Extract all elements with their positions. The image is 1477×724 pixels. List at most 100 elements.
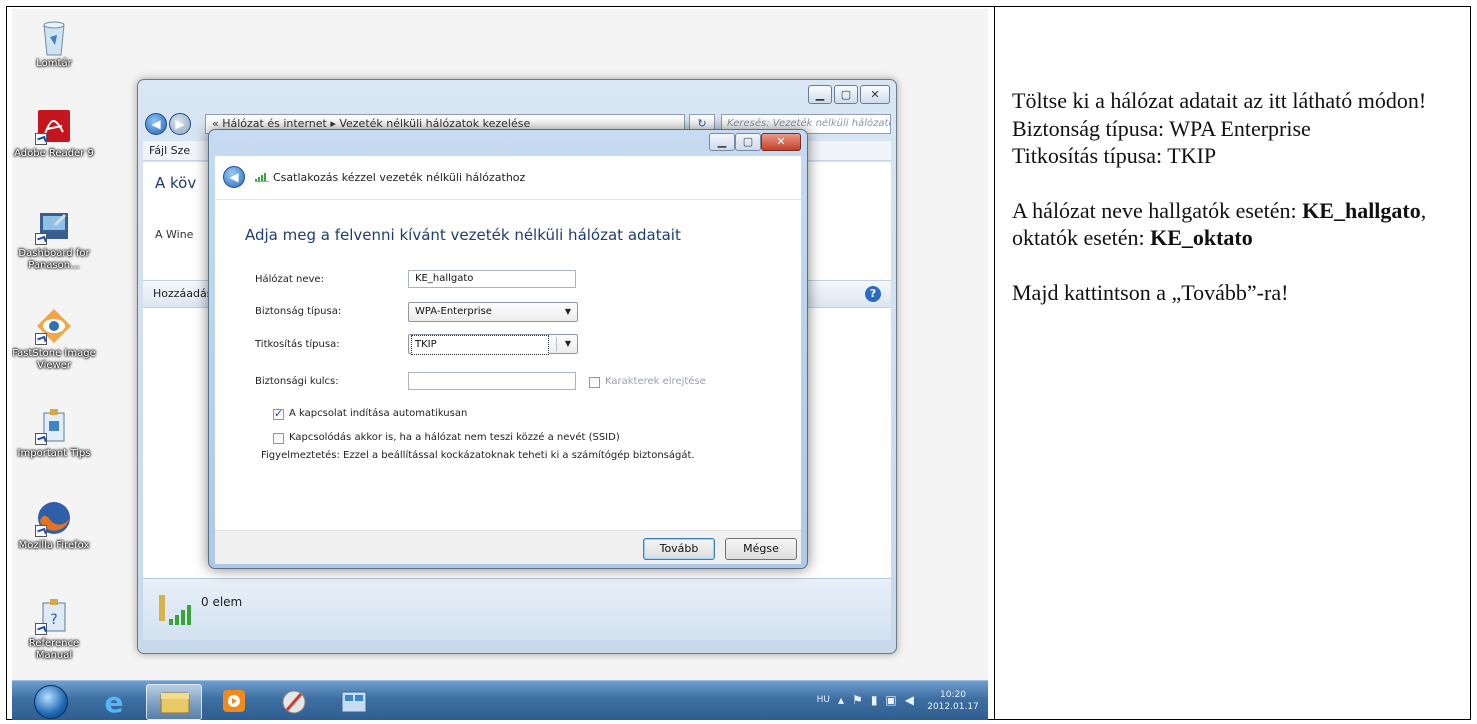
desktop-icon-recycle-bin[interactable]: Lomtár (12, 17, 96, 70)
important-tips-icon (35, 407, 73, 445)
dialog-header: ◀ Csatlakozás kézzel vezeték nélküli hál… (215, 156, 801, 200)
close-button[interactable]: ✕ (860, 85, 890, 104)
shortcut-arrow-icon (35, 623, 47, 635)
desktop-icon-label: Lomtár (36, 58, 72, 69)
battery-icon[interactable]: ▮ (871, 693, 886, 707)
firefox-icon (35, 499, 73, 537)
media-player-icon (223, 690, 245, 712)
auto-start-label: A kapcsolat indítása automatikusan (289, 408, 468, 419)
shortcut-arrow-icon (35, 333, 47, 345)
encryption-type-select[interactable]: TKIP ▼ (408, 334, 578, 355)
minimize-button[interactable]: ▁ (709, 133, 735, 151)
shortcut-arrow-icon (35, 525, 47, 537)
student-network-name: KE_hallgato (1302, 197, 1421, 223)
desktop-icon-important-tips[interactable]: Important Tips (12, 407, 96, 460)
taskbar: e HU ▴⚑▮▣◀ 10:20 2012.01.17 (12, 680, 988, 720)
hide-chars-label: Karakterek elrejtése (605, 376, 706, 387)
security-key-input[interactable] (408, 372, 576, 390)
manual-connect-dialog: ▁ ▢ ✕ ◀ Csatlakozás kézzel vezeték nélkü… (208, 129, 808, 569)
cancel-button[interactable]: Mégse (725, 538, 797, 560)
window-icon (341, 691, 367, 713)
instruction-network-names: A hálózat neve hallgatók esetén: KE_hall… (1012, 197, 1462, 252)
shortcut-arrow-icon (35, 233, 47, 245)
desktop-icon-dashboard[interactable]: Dashboard for Panason... (12, 207, 96, 272)
teacher-network-name: KE_oktato (1150, 225, 1253, 250)
help-icon[interactable]: ? (865, 286, 881, 302)
system-tray: HU ▴⚑▮▣◀ 10:20 2012.01.17 (740, 687, 980, 717)
signal-icon (255, 173, 269, 182)
svg-text:e: e (105, 686, 124, 719)
desktop-icon-label: Reference Manual (28, 638, 80, 661)
auto-start-checkbox[interactable] (273, 407, 284, 420)
dialog-footer: Tovább Mégse (215, 530, 801, 564)
paint-icon (282, 690, 306, 714)
recycle-bin-icon (35, 17, 73, 56)
network-icon[interactable]: ▣ (885, 693, 904, 707)
svg-text:?: ? (50, 612, 57, 628)
connect-hidden-checkbox[interactable] (273, 433, 284, 444)
start-button[interactable] (34, 685, 68, 719)
adobe-reader-icon (35, 107, 73, 145)
volume-icon[interactable]: ◀ (905, 693, 922, 707)
desktop-icon-label: Dashboard for Panason... (18, 248, 90, 271)
security-key-label: Biztonsági kulcs: (255, 376, 339, 387)
next-button[interactable]: Tovább (643, 538, 715, 560)
desktop-icon-adobe-reader[interactable]: Adobe Reader 9 (12, 107, 96, 160)
hide-chars-checkbox[interactable] (589, 377, 600, 388)
internet-explorer-icon: e (105, 686, 124, 719)
dialog-title: Csatlakozás kézzel vezeték nélküli hálóz… (273, 171, 526, 184)
explorer-subtext: A Wine (155, 228, 194, 241)
dialog-heading: Adja meg a felvenni kívánt vezeték nélkü… (245, 226, 681, 244)
network-name-label: Hálózat neve: (255, 274, 324, 285)
dashboard-icon (35, 207, 73, 245)
clock[interactable]: 10:20 2012.01.17 (926, 689, 980, 713)
instruction-text: A hálózat neve hallgatók esetén: (1012, 197, 1303, 223)
language-indicator[interactable]: HU (817, 695, 830, 705)
clock-time: 10:20 (940, 690, 966, 700)
taskbar-internet-explorer[interactable]: e (86, 684, 142, 720)
instruction-line: Biztonság típusa: WPA Enterprise (1012, 115, 1311, 141)
chevron-down-icon: ▼ (564, 339, 571, 348)
reference-manual-icon: ? (35, 597, 73, 635)
security-type-select[interactable]: WPA-Enterprise ▼ (408, 302, 578, 322)
connect-hidden-label: Kapcsolódás akkor is, ha a hálózat nem t… (289, 432, 620, 443)
add-button[interactable]: Hozzáadás (153, 287, 213, 300)
encryption-type-label: Titkosítás típusa: (255, 339, 340, 350)
instruction-line: Majd kattintson a „Tovább”-ra! (1012, 279, 1289, 305)
desktop-icon-faststone[interactable]: FastStone Image Viewer (12, 307, 96, 372)
chevron-down-icon: ▼ (564, 307, 571, 316)
warning-text: Figyelmeztetés: Ezzel a beállítással koc… (261, 450, 695, 461)
maximize-button[interactable]: ▢ (735, 133, 761, 151)
security-type-value: WPA-Enterprise (415, 306, 492, 317)
maximize-button[interactable]: ▢ (834, 85, 858, 104)
security-type-label: Biztonság típusa: (255, 306, 342, 317)
desktop-icon-reference-manual[interactable]: ? Reference Manual (12, 597, 96, 662)
taskbar-control-panel[interactable] (326, 684, 382, 720)
action-center-icon[interactable]: ⚑ (852, 693, 871, 707)
back-icon[interactable]: ◀ (145, 113, 167, 135)
minimize-button[interactable]: ▁ (808, 85, 832, 104)
desktop-icon-label: Mozilla Firefox (18, 540, 90, 551)
screenshot: Lomtár Adobe Reader 9 Dashboard for Pana… (12, 9, 988, 720)
close-button[interactable]: ✕ (761, 133, 801, 151)
instructions: Töltse ki a hálózat adatait az itt látha… (1012, 87, 1462, 306)
tray-icons: ▴⚑▮▣◀ (838, 693, 922, 707)
instruction-line: Titkosítás típusa: TKIP (1012, 143, 1217, 168)
wireless-network-icon (159, 595, 191, 625)
taskbar-media-player[interactable] (206, 684, 262, 720)
back-icon[interactable]: ◀ (223, 166, 245, 188)
desktop-icon-firefox[interactable]: Mozilla Firefox (12, 499, 96, 552)
shortcut-arrow-icon (35, 133, 47, 145)
table-divider (994, 6, 995, 720)
show-hidden-icon[interactable]: ▴ (838, 693, 852, 707)
status-bar: 0 elem (143, 578, 891, 640)
folder-icon (160, 692, 190, 714)
forward-icon[interactable]: ▶ (169, 113, 191, 135)
shortcut-arrow-icon (35, 433, 47, 445)
taskbar-app[interactable] (266, 684, 322, 720)
network-name-input[interactable]: KE_hallgato (408, 270, 576, 288)
explorer-heading: A köv (155, 174, 197, 192)
instruction-line: Töltse ki a hálózat adatait az itt látha… (1012, 88, 1427, 113)
taskbar-explorer[interactable] (146, 684, 202, 720)
desktop-icon-label: Important Tips (17, 448, 91, 459)
